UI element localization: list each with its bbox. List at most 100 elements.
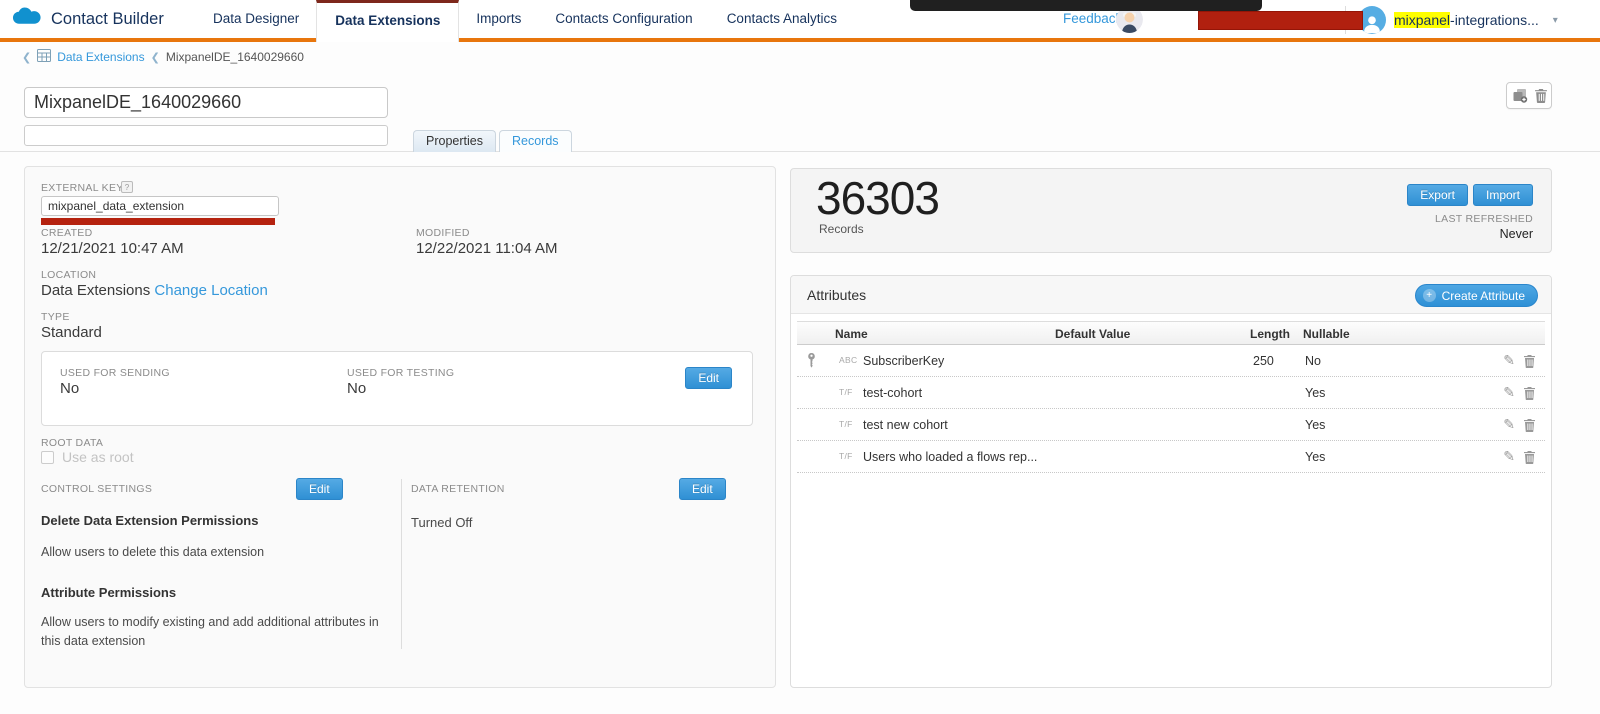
breadcrumb: ❮ Data Extensions ❮ MixpanelDE_164002966…	[22, 49, 304, 65]
column-default-value: Default Value	[1055, 327, 1130, 341]
nav-data-extensions[interactable]: Data Extensions	[316, 0, 459, 42]
edit-control-settings-button[interactable]: Edit	[296, 478, 343, 500]
primary-key-icon	[807, 353, 816, 374]
use-as-root-checkbox[interactable]	[41, 451, 54, 464]
external-key-label: EXTERNAL KEY	[41, 182, 124, 194]
create-attribute-button[interactable]: + Create Attribute	[1415, 284, 1538, 307]
edit-attribute-icon[interactable]: ✎	[1503, 449, 1515, 465]
modified-value: 12/22/2021 11:04 AM	[416, 240, 558, 257]
used-for-testing-value: No	[347, 380, 366, 397]
last-refreshed-label: LAST REFRESHED	[1435, 213, 1533, 225]
breadcrumb-back-icon[interactable]: ❮	[22, 51, 31, 64]
tab-records[interactable]: Records	[499, 130, 572, 152]
nav-contacts-configuration[interactable]: Contacts Configuration	[538, 0, 709, 38]
attributes-title: Attributes	[807, 276, 866, 314]
chevron-down-icon[interactable]: ▾	[1553, 15, 1558, 26]
user-name-rest: -integrations...	[1450, 12, 1539, 28]
attribute-nullable: Yes	[1305, 386, 1325, 400]
location-text: Data Extensions	[41, 282, 150, 299]
delete-extension-icon[interactable]	[1535, 89, 1547, 103]
import-button[interactable]: Import	[1473, 184, 1533, 206]
data-retention-label: DATA RETENTION	[411, 483, 505, 495]
used-for-testing-label: USED FOR TESTING	[347, 367, 454, 379]
attributes-header: Attributes + Create Attribute	[791, 276, 1551, 314]
breadcrumb-data-extensions[interactable]: Data Extensions	[57, 50, 144, 64]
location-label: LOCATION	[41, 269, 96, 281]
type-text-icon: ABC	[839, 355, 857, 365]
create-attribute-label: Create Attribute	[1442, 289, 1525, 303]
sending-testing-box: USED FOR SENDING No USED FOR TESTING No …	[41, 351, 753, 426]
top-nav: Contact Builder Data Designer Data Exten…	[0, 0, 1600, 42]
type-value: Standard	[41, 324, 102, 341]
records-label: Records	[819, 222, 864, 236]
root-data-label: ROOT DATA	[41, 437, 103, 449]
annotation-red-underline	[41, 218, 275, 225]
tab-properties[interactable]: Properties	[413, 130, 496, 152]
plus-icon: +	[1423, 289, 1436, 302]
attribute-permissions-title: Attribute Permissions	[41, 585, 176, 600]
delete-attribute-icon[interactable]	[1524, 451, 1535, 464]
row-actions: ✎	[1503, 353, 1535, 369]
feedback-link[interactable]: Feedback	[1063, 11, 1122, 26]
use-as-root-label: Use as root	[62, 449, 134, 465]
column-nullable: Nullable	[1303, 327, 1350, 341]
detail-tabs: Properties Records	[413, 130, 572, 152]
table-row: T/F Users who loaded a flows rep... Yes …	[797, 441, 1545, 473]
user-name: mixpanel-integrations...	[1394, 12, 1539, 28]
created-value: 12/21/2021 10:47 AM	[41, 240, 184, 257]
attribute-nullable: Yes	[1305, 418, 1325, 432]
attributes-table-header: Name Default Value Length Nullable	[797, 321, 1545, 345]
redaction-black	[910, 0, 1262, 11]
export-button[interactable]: Export	[1407, 184, 1468, 206]
copy-extension-icon[interactable]	[1512, 88, 1528, 103]
nav-imports[interactable]: Imports	[459, 0, 538, 38]
extension-description-input[interactable]	[24, 125, 388, 146]
delete-attribute-icon[interactable]	[1524, 419, 1535, 432]
created-label: CREATED	[41, 227, 93, 239]
cloud-logo-icon	[12, 6, 43, 32]
nav-contacts-analytics[interactable]: Contacts Analytics	[710, 0, 854, 38]
nav-data-designer[interactable]: Data Designer	[196, 0, 316, 38]
delete-attribute-icon[interactable]	[1524, 387, 1535, 400]
last-refreshed-value: Never	[1500, 227, 1533, 241]
delete-attribute-icon[interactable]	[1524, 355, 1535, 368]
user-name-highlight: mixpanel	[1394, 12, 1450, 28]
tab-strip-divider	[0, 151, 1600, 152]
attribute-nullable: Yes	[1305, 450, 1325, 464]
row-actions: ✎	[1503, 385, 1535, 401]
app-logo[interactable]: Contact Builder	[12, 0, 164, 38]
type-label: TYPE	[41, 311, 70, 323]
attribute-name: SubscriberKey	[863, 354, 944, 368]
table-row: T/F test new cohort Yes ✎	[797, 409, 1545, 441]
type-boolean-icon: T/F	[839, 419, 853, 429]
edit-attribute-icon[interactable]: ✎	[1503, 417, 1515, 433]
records-count: 36303	[816, 171, 939, 225]
change-location-link[interactable]: Change Location	[154, 282, 267, 299]
external-key-input[interactable]	[41, 196, 279, 216]
settings-column-divider	[401, 479, 402, 649]
used-for-sending-value: No	[60, 380, 79, 397]
extension-name-input[interactable]	[24, 87, 388, 118]
edit-sending-button[interactable]: Edit	[685, 367, 732, 389]
type-boolean-icon: T/F	[839, 387, 853, 397]
help-icon[interactable]: ?	[121, 181, 133, 193]
edit-attribute-icon[interactable]: ✎	[1503, 353, 1515, 369]
attribute-name: Users who loaded a flows rep...	[863, 450, 1037, 464]
records-card: 36303 Records Export Import LAST REFRESH…	[790, 168, 1552, 253]
attributes-panel: Attributes + Create Attribute Name Defau…	[790, 275, 1552, 688]
data-retention-value: Turned Off	[411, 513, 472, 533]
breadcrumb-current: MixpanelDE_1640029660	[166, 50, 304, 64]
edit-data-retention-button[interactable]: Edit	[679, 478, 726, 500]
edit-attribute-icon[interactable]: ✎	[1503, 385, 1515, 401]
user-menu[interactable]: mixpanel-integrations... ▾	[1358, 0, 1558, 40]
modified-label: MODIFIED	[416, 227, 470, 239]
row-actions: ✎	[1503, 449, 1535, 465]
used-for-sending-label: USED FOR SENDING	[60, 367, 170, 379]
page-tools	[1506, 82, 1552, 109]
attribute-permissions-desc: Allow users to modify existing and add a…	[41, 613, 381, 652]
records-buttons: Export Import	[1407, 184, 1533, 206]
nav-accent-bar	[0, 38, 1600, 42]
attribute-length: 250	[1253, 354, 1274, 368]
attribute-name: test new cohort	[863, 418, 948, 432]
type-boolean-icon: T/F	[839, 451, 853, 461]
